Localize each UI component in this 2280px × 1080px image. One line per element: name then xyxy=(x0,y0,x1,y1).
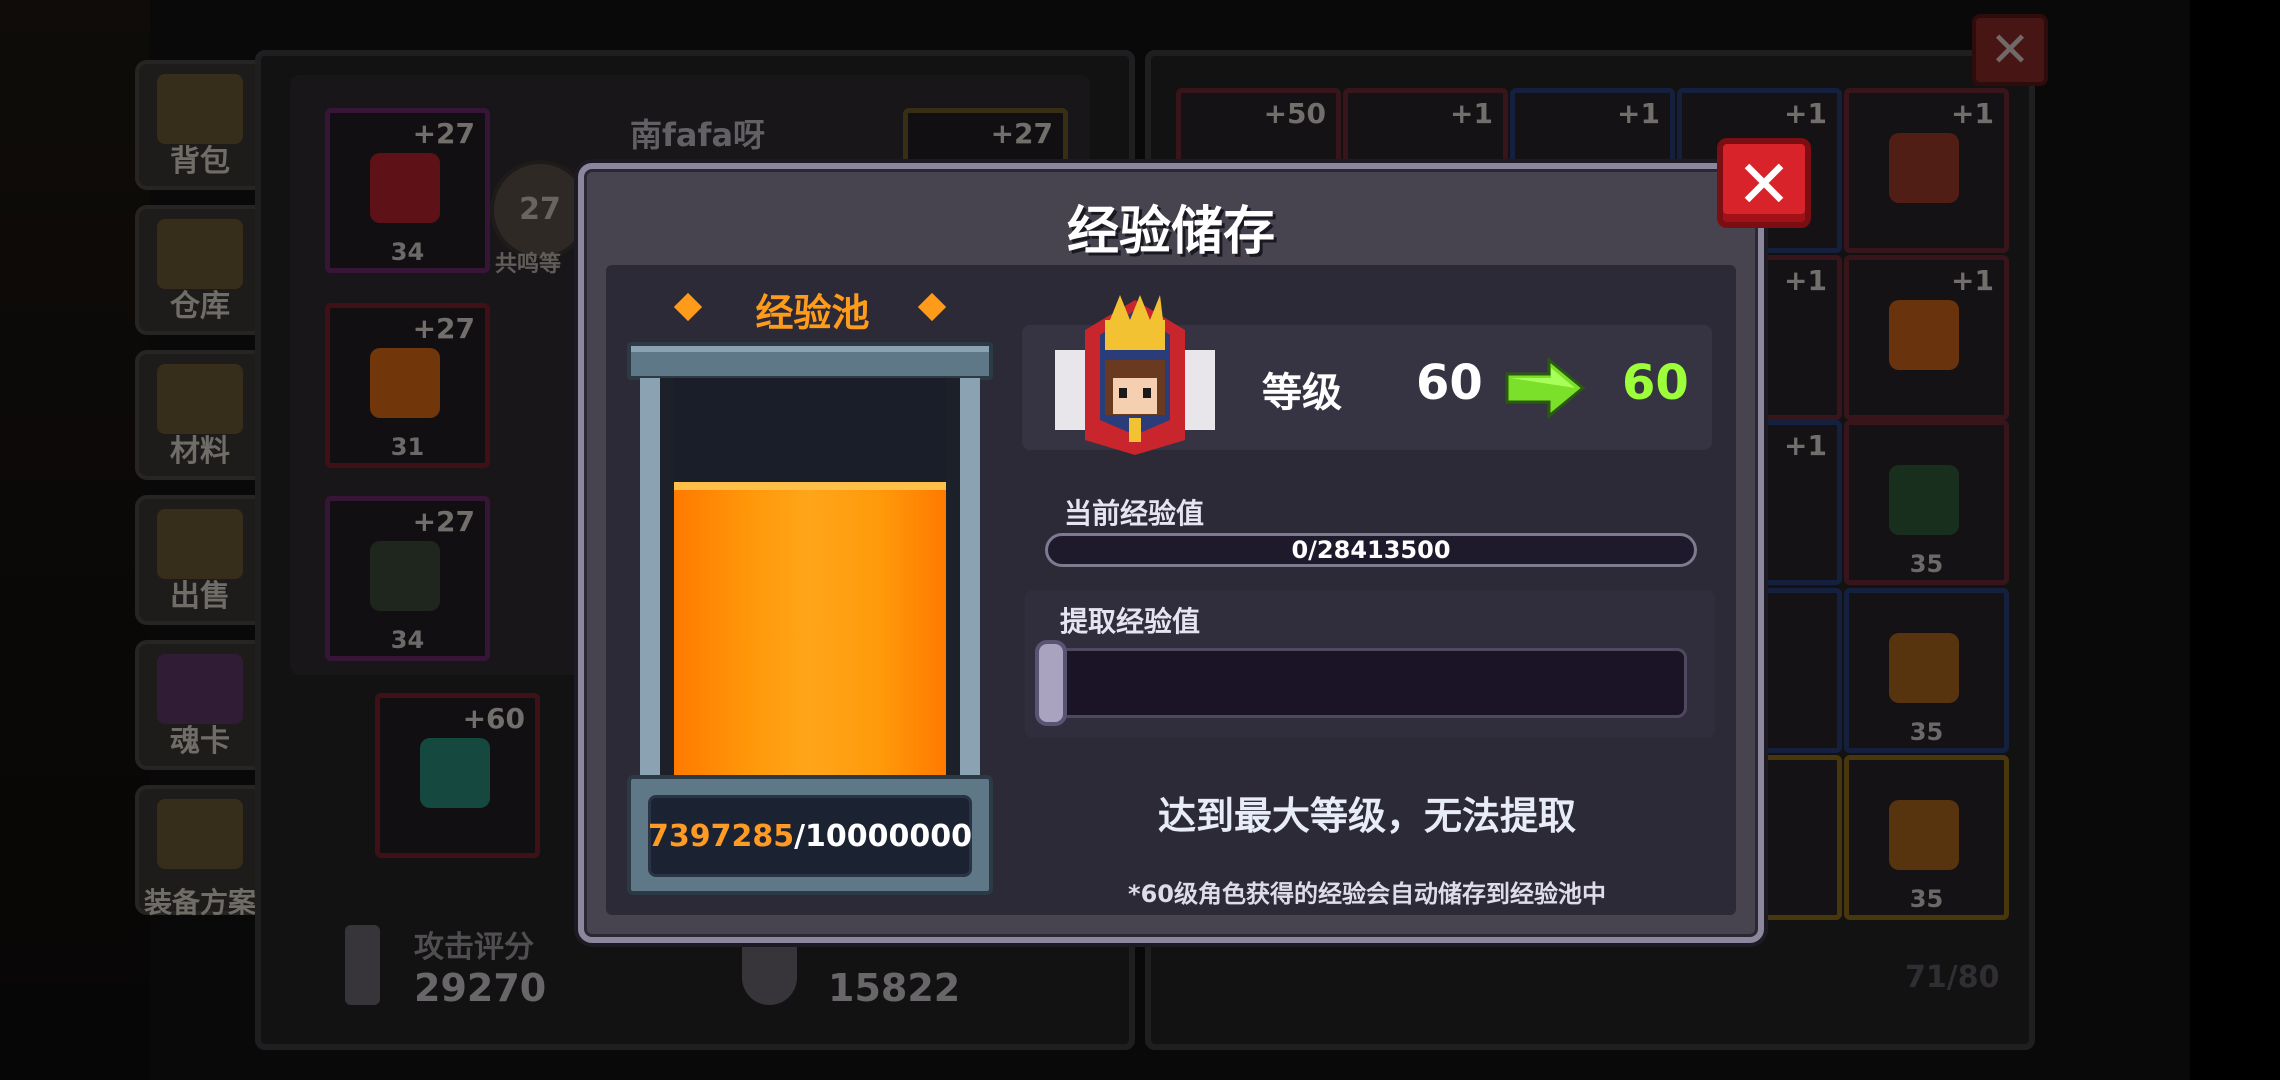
pool-tube-cap xyxy=(627,342,993,380)
level-current: 60 xyxy=(1416,355,1483,411)
extract-exp-slider[interactable] xyxy=(1037,648,1687,718)
exp-pool-current: 7397285 xyxy=(647,818,795,854)
exp-pool-max: /10000000 xyxy=(794,818,973,854)
level-after: 60 xyxy=(1622,355,1689,411)
exp-pool-tube xyxy=(640,378,980,778)
exp-pool-fill xyxy=(674,482,946,778)
auto-store-note: *60级角色获得的经验会自动储存到经验池中 xyxy=(1128,880,1606,908)
close-button[interactable]: ✕ xyxy=(1717,138,1811,228)
screen-edge xyxy=(2190,0,2280,1080)
exp-pool-title: 经验池 xyxy=(755,291,870,335)
dialog-title: 经验储存 xyxy=(1066,202,1275,262)
exp-pool-readout: 7397285/10000000 xyxy=(648,795,972,877)
extract-exp-label: 提取经验值 xyxy=(1060,605,1201,638)
close-icon: ✕ xyxy=(1736,146,1792,223)
current-exp-label: 当前经验值 xyxy=(1064,497,1205,530)
max-level-message: 达到最大等级，无法提取 xyxy=(1157,794,1576,838)
character-avatar xyxy=(1045,290,1225,460)
level-label: 等级 xyxy=(1262,370,1342,416)
extract-slider-handle[interactable] xyxy=(1035,640,1067,726)
arrow-right-icon xyxy=(1505,356,1586,420)
current-exp-bar: 0/28413500 xyxy=(1045,533,1697,567)
